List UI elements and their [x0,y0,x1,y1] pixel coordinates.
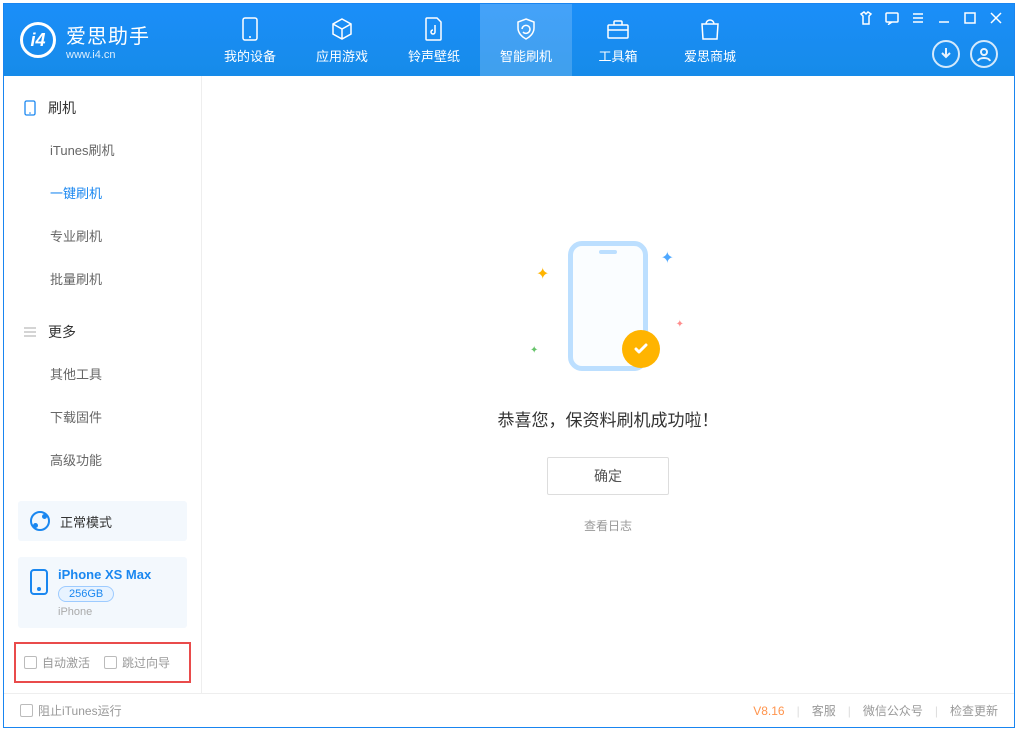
device-icon [241,16,259,42]
list-icon [22,324,38,340]
tab-toolbox[interactable]: 工具箱 [572,4,664,76]
app-window: i4 爱思助手 www.i4.cn 我的设备 应用游戏 铃声壁纸 智能刷机 [3,3,1015,728]
user-button[interactable] [970,40,998,68]
music-file-icon [424,16,444,42]
wechat-link[interactable]: 微信公众号 [863,702,923,719]
sidebar-item-firmware[interactable]: 下载固件 [4,395,201,438]
tab-store[interactable]: 爱思商城 [664,4,756,76]
main-content: ✦ ✦ ✦ ✦ 恭喜您，保资料刷机成功啦！ 确定 查看日志 [202,76,1014,693]
checkbox-icon [104,656,117,669]
sidebar: 刷机 iTunes刷机 一键刷机 专业刷机 批量刷机 更多 其他工具 下载固件 … [4,76,202,693]
device-name: iPhone XS Max [58,567,151,582]
maximize-button[interactable] [962,10,978,26]
checkbox-auto-activate[interactable]: 自动激活 [24,654,90,671]
sidebar-header-flash: 刷机 [4,88,201,128]
sidebar-item-advanced[interactable]: 高级功能 [4,438,201,481]
checkbox-skip-guide[interactable]: 跳过向导 [104,654,170,671]
bag-icon [699,16,721,42]
window-controls [858,10,1004,26]
support-link[interactable]: 客服 [812,702,836,719]
sidebar-header-more: 更多 [4,312,201,352]
sidebar-item-batch-flash[interactable]: 批量刷机 [4,257,201,300]
close-button[interactable] [988,10,1004,26]
sparkle-icon: ✦ [530,345,538,356]
version-label: V8.16 [753,704,784,718]
check-badge-icon [622,330,660,368]
toolbox-icon [606,16,630,42]
sidebar-item-oneclick-flash[interactable]: 一键刷机 [4,171,201,214]
download-button[interactable] [932,40,960,68]
mode-card[interactable]: 正常模式 [18,501,187,541]
device-icon [30,569,48,595]
device-storage: 256GB [58,586,114,602]
feedback-icon[interactable] [884,10,900,26]
app-url: www.i4.cn [66,49,150,61]
highlighted-options: 自动激活 跳过向导 [14,642,191,683]
footer: 阻止iTunes运行 V8.16 | 客服 | 微信公众号 | 检查更新 [4,693,1014,727]
logo[interactable]: i4 爱思助手 www.i4.cn [4,20,204,61]
tab-my-device[interactable]: 我的设备 [204,4,296,76]
sidebar-section-more: 更多 其他工具 下载固件 高级功能 [4,300,201,481]
minimize-button[interactable] [936,10,952,26]
tab-apps[interactable]: 应用游戏 [296,4,388,76]
header: i4 爱思助手 www.i4.cn 我的设备 应用游戏 铃声壁纸 智能刷机 [4,4,1014,76]
sparkle-icon: ✦ [676,319,684,330]
success-message: 恭喜您，保资料刷机成功啦！ [498,406,719,431]
refresh-shield-icon [514,16,538,42]
shirt-icon[interactable] [858,10,874,26]
mode-label: 正常模式 [60,512,112,531]
device-card[interactable]: iPhone XS Max 256GB iPhone [18,557,187,628]
tab-ringtone[interactable]: 铃声壁纸 [388,4,480,76]
success-illustration: ✦ ✦ ✦ ✦ [528,236,688,386]
header-actions [932,40,998,68]
ok-button[interactable]: 确定 [547,457,669,495]
sidebar-item-itunes-flash[interactable]: iTunes刷机 [4,128,201,171]
sidebar-item-other-tools[interactable]: 其他工具 [4,352,201,395]
checkbox-block-itunes[interactable]: 阻止iTunes运行 [20,702,122,719]
app-name: 爱思助手 [66,20,150,49]
tab-flash[interactable]: 智能刷机 [480,4,572,76]
body: 刷机 iTunes刷机 一键刷机 专业刷机 批量刷机 更多 其他工具 下载固件 … [4,76,1014,693]
phone-icon [22,100,38,116]
sidebar-section-flash: 刷机 iTunes刷机 一键刷机 专业刷机 批量刷机 [4,76,201,300]
sparkle-icon: ✦ [536,264,549,284]
logo-icon: i4 [20,22,56,58]
view-log-link[interactable]: 查看日志 [584,517,632,534]
main-tabs: 我的设备 应用游戏 铃声壁纸 智能刷机 工具箱 爱思商城 [204,4,756,76]
footer-right: V8.16 | 客服 | 微信公众号 | 检查更新 [753,702,998,719]
checkbox-icon [20,704,33,717]
menu-icon[interactable] [910,10,926,26]
device-type: iPhone [58,606,151,618]
sparkle-icon: ✦ [661,248,674,268]
checkbox-icon [24,656,37,669]
cube-icon [330,16,354,42]
sidebar-item-pro-flash[interactable]: 专业刷机 [4,214,201,257]
check-update-link[interactable]: 检查更新 [950,702,998,719]
mode-icon [30,511,50,531]
